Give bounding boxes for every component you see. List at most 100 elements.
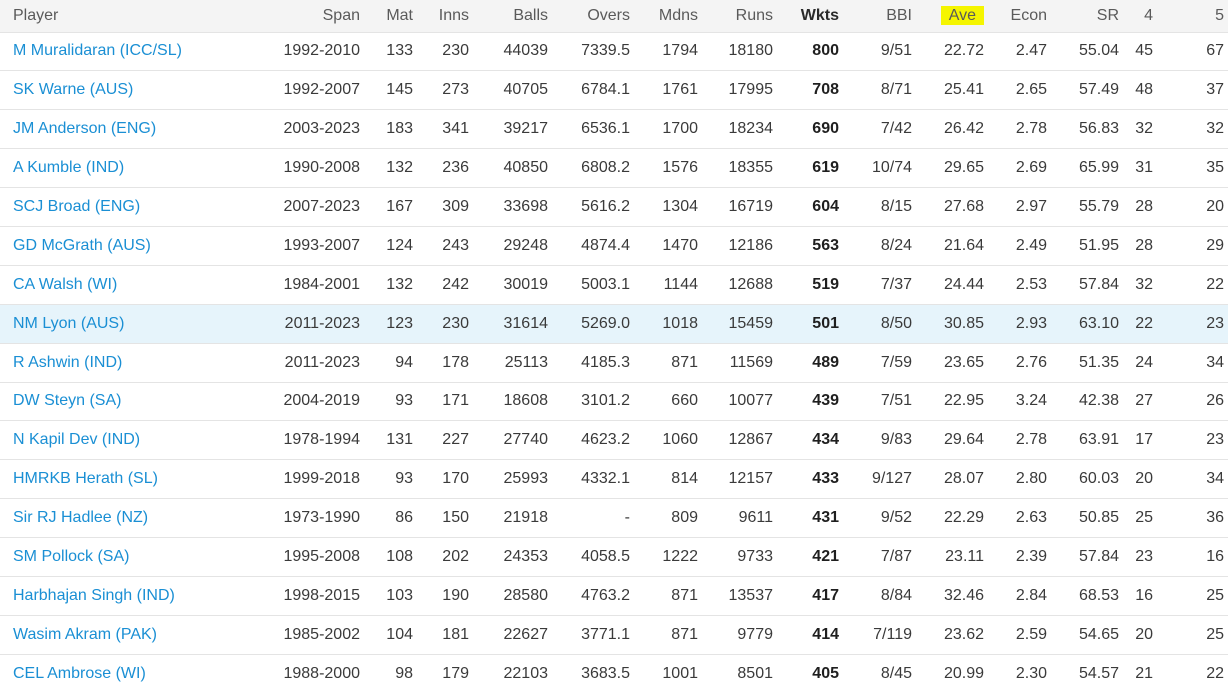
table-row: HMRKB Herath (SL) 1999-2018 93 170 25993 4332… bbox=[0, 459, 1228, 499]
cell-player: SM Pollock (SA) bbox=[0, 538, 230, 577]
cell-mdns: 1470 bbox=[662, 236, 698, 254]
cell-bbi: 9/127 bbox=[871, 470, 912, 488]
player-link[interactable]: CA Walsh (WI) bbox=[13, 276, 117, 293]
cell-overs: 4763.2 bbox=[581, 586, 630, 604]
table-row: N Kapil Dev (IND) 1978-1994 131 227 27740 462… bbox=[0, 420, 1228, 460]
column-label-wkts: Wkts bbox=[800, 6, 839, 24]
player-link[interactable]: Wasim Akram (PAK) bbox=[13, 626, 157, 643]
cell-mdns: 1060 bbox=[662, 431, 698, 449]
player-link[interactable]: R Ashwin (IND) bbox=[13, 354, 122, 371]
column-header-bbi[interactable]: BBI bbox=[839, 0, 912, 32]
player-link[interactable]: SK Warne (AUS) bbox=[13, 81, 133, 98]
cell-four-wkt: 32 bbox=[1135, 275, 1153, 293]
cell-bbi: 8/15 bbox=[880, 198, 912, 215]
cell-ave: 28.07 bbox=[943, 470, 984, 488]
cell-econ: 2.39 bbox=[1015, 548, 1047, 566]
player-link[interactable]: Harbhajan Singh (IND) bbox=[13, 587, 175, 604]
cell-four-wkt: 23 bbox=[1135, 548, 1153, 566]
cell-overs: 4332.1 bbox=[581, 470, 630, 488]
cell-five-wkt: 22 bbox=[1206, 664, 1224, 682]
cell-bbi: 8/50 bbox=[880, 314, 912, 332]
player-link[interactable]: Sir RJ Hadlee (NZ) bbox=[13, 509, 148, 526]
column-header-balls[interactable]: Balls bbox=[469, 0, 548, 32]
player-link[interactable]: N Kapil Dev (IND) bbox=[13, 431, 140, 448]
cell-overs: 4874.4 bbox=[581, 236, 630, 254]
player-link[interactable]: CEL Ambrose (WI) bbox=[13, 665, 146, 682]
cell-mdns: 1794 bbox=[662, 42, 698, 60]
cell-ave: 23.11 bbox=[945, 548, 984, 566]
cell-econ: 2.53 bbox=[1015, 275, 1047, 293]
cell-runs: 17995 bbox=[728, 81, 774, 99]
cell-ave: 29.64 bbox=[943, 431, 984, 449]
cell-span: 2011-2023 bbox=[284, 353, 360, 371]
cell-bbi: 7/51 bbox=[880, 392, 912, 410]
cell-ave: 25.41 bbox=[943, 81, 984, 99]
player-link[interactable]: SCJ Broad (ENG) bbox=[13, 198, 140, 215]
column-header-wkts[interactable]: Wkts bbox=[773, 0, 839, 32]
cell-four-wkt: 24 bbox=[1135, 353, 1153, 371]
column-header-ave[interactable]: Ave bbox=[912, 0, 984, 32]
cell-mdns: 871 bbox=[671, 625, 698, 643]
cell-bbi: 7/119 bbox=[873, 625, 912, 643]
cell-runs: 18234 bbox=[728, 120, 774, 138]
column-label-balls: Balls bbox=[513, 6, 548, 24]
cell-five-wkt: 67 bbox=[1206, 42, 1224, 60]
cell-mat: 108 bbox=[386, 548, 413, 566]
cell-mdns: 1018 bbox=[662, 314, 698, 332]
cell-span: 2004-2019 bbox=[283, 392, 360, 410]
player-link[interactable]: GD McGrath (AUS) bbox=[13, 237, 151, 254]
cell-balls: 25113 bbox=[504, 353, 548, 371]
column-header-runs[interactable]: Runs bbox=[698, 0, 773, 32]
cell-mdns: 1700 bbox=[662, 120, 698, 138]
column-header-econ[interactable]: Econ bbox=[984, 0, 1047, 32]
table-row: SK Warne (AUS) 1992-2007 145 273 40705 6784.1… bbox=[0, 70, 1228, 110]
cell-inns: 170 bbox=[442, 470, 469, 488]
column-header-sr[interactable]: SR bbox=[1047, 0, 1119, 32]
cell-ave: 23.62 bbox=[943, 625, 984, 643]
column-label-sr: SR bbox=[1096, 6, 1119, 24]
cell-mat: 124 bbox=[386, 236, 413, 254]
column-header-inns[interactable]: Inns bbox=[413, 0, 469, 32]
cell-sr: 65.99 bbox=[1078, 159, 1119, 177]
player-link[interactable]: SM Pollock (SA) bbox=[13, 548, 129, 565]
column-header-four-wkt[interactable]: 4 bbox=[1119, 0, 1153, 32]
player-link[interactable]: HMRKB Herath (SL) bbox=[13, 470, 158, 487]
cell-player: M Muralidaran (ICC/SL) bbox=[0, 32, 230, 71]
cell-runs: 12688 bbox=[728, 275, 774, 293]
cell-ave: 22.29 bbox=[943, 509, 984, 527]
player-link[interactable]: JM Anderson (ENG) bbox=[13, 120, 156, 137]
column-header-five-wkt[interactable]: 5 bbox=[1153, 0, 1228, 32]
column-header-player[interactable]: Player bbox=[0, 0, 230, 32]
player-link[interactable]: NM Lyon (AUS) bbox=[13, 315, 124, 332]
cell-player: NM Lyon (AUS) bbox=[0, 304, 230, 343]
player-link[interactable]: DW Steyn (SA) bbox=[13, 392, 121, 409]
cell-mdns: 871 bbox=[671, 586, 698, 604]
cell-overs: 3101.2 bbox=[581, 392, 630, 410]
cell-econ: 2.93 bbox=[1015, 314, 1047, 332]
player-link[interactable]: A Kumble (IND) bbox=[13, 159, 124, 176]
cell-balls: 22627 bbox=[503, 625, 549, 643]
cell-econ: 2.49 bbox=[1015, 236, 1047, 254]
cell-five-wkt: 25 bbox=[1206, 586, 1224, 604]
cell-sr: 60.03 bbox=[1078, 470, 1119, 488]
cell-five-wkt: 29 bbox=[1206, 236, 1224, 254]
column-header-overs[interactable]: Overs bbox=[548, 0, 630, 32]
player-link[interactable]: M Muralidaran (ICC/SL) bbox=[13, 42, 182, 59]
column-header-mdns[interactable]: Mdns bbox=[630, 0, 698, 32]
cell-econ: 2.78 bbox=[1015, 431, 1047, 449]
cell-runs: 18355 bbox=[728, 159, 774, 177]
cell-span: 2003-2023 bbox=[283, 120, 360, 138]
cell-balls: 27740 bbox=[503, 431, 549, 449]
cell-four-wkt: 28 bbox=[1135, 198, 1153, 215]
cell-five-wkt: 26 bbox=[1206, 392, 1224, 410]
cell-runs: 8501 bbox=[737, 664, 773, 682]
cell-wkts: 439 bbox=[812, 392, 839, 410]
cell-mat: 183 bbox=[386, 120, 413, 138]
column-header-span[interactable]: Span bbox=[230, 0, 360, 32]
column-label-player: Player bbox=[13, 6, 59, 24]
cell-wkts: 433 bbox=[812, 470, 839, 488]
cell-span: 1995-2008 bbox=[283, 548, 360, 566]
cell-four-wkt: 31 bbox=[1135, 159, 1153, 177]
cell-bbi: 7/37 bbox=[880, 275, 912, 293]
column-header-mat[interactable]: Mat bbox=[360, 0, 413, 32]
